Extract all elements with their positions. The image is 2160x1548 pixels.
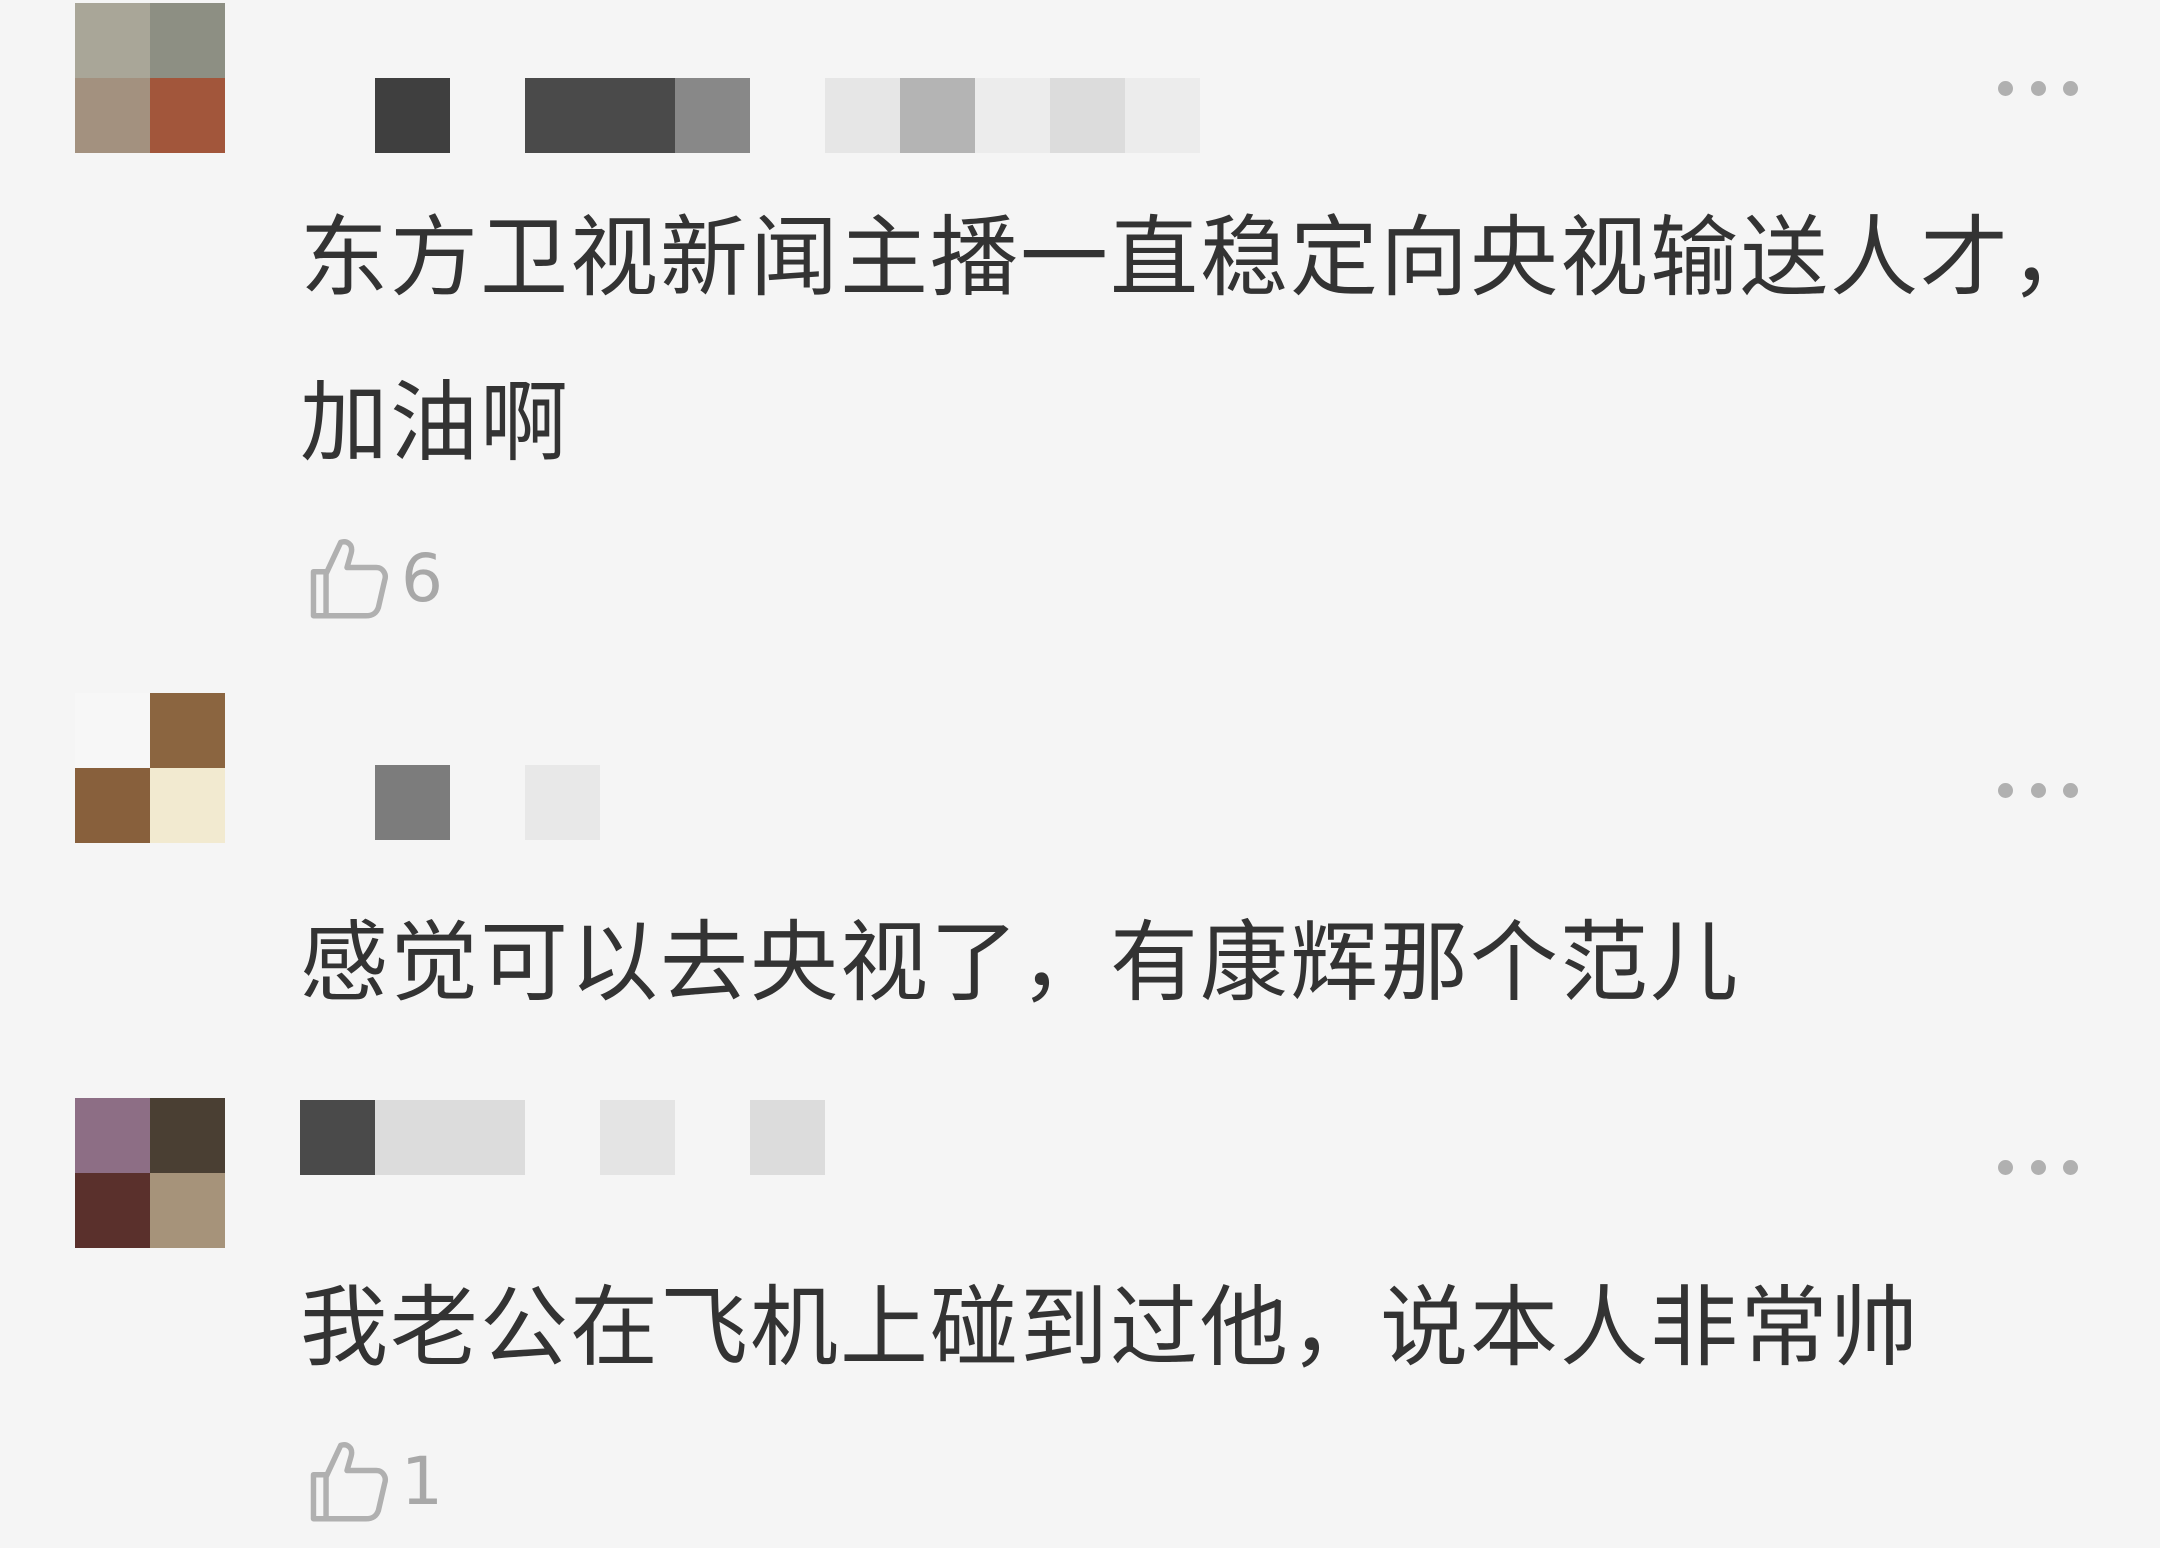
username-pixel (825, 78, 900, 153)
username-pixelated[interactable] (300, 78, 1200, 153)
avatar[interactable] (75, 3, 225, 153)
username-pixel (750, 78, 825, 153)
like-count: 1 (401, 1442, 443, 1520)
more-options-icon[interactable] (1998, 778, 2078, 802)
like-count: 6 (401, 539, 443, 617)
comment-text: 我老公在飞机上碰到过他，说本人非常帅 (300, 1276, 1921, 1379)
username-pixel (300, 765, 375, 840)
username-pixel (450, 1100, 525, 1175)
avatar-pixel (75, 768, 150, 843)
more-options-icon[interactable] (1998, 76, 2078, 100)
username-pixel (300, 1100, 375, 1175)
username-pixel (675, 1100, 750, 1175)
username-pixel (525, 78, 600, 153)
username-pixel (600, 78, 675, 153)
like-button[interactable]: 6 (305, 528, 443, 628)
avatar-pixel (75, 693, 150, 768)
avatar-pixel (150, 1098, 225, 1173)
comment-item: 感觉可以去央视了，有康辉那个范儿 (0, 690, 2160, 1090)
avatar-pixel (150, 3, 225, 78)
avatar[interactable] (75, 693, 225, 843)
avatar-pixel (75, 3, 150, 78)
username-pixel (1125, 78, 1200, 153)
avatar[interactable] (75, 1098, 225, 1248)
username-pixelated[interactable] (300, 1100, 825, 1175)
username-pixel (525, 765, 600, 840)
avatar-pixel (75, 78, 150, 153)
username-pixel (600, 1100, 675, 1175)
username-pixel (900, 78, 975, 153)
thumbs-up-icon (310, 539, 388, 619)
avatar-pixel (75, 1173, 150, 1248)
avatar-pixel (150, 1173, 225, 1248)
comment-text: 东方卫视新闻主播一直稳定向央视输送人才，加油啊 (300, 206, 2101, 474)
avatar-pixel (75, 1098, 150, 1173)
thumbs-up-icon (310, 1442, 388, 1522)
username-pixel (300, 78, 375, 153)
avatar-pixel (150, 693, 225, 768)
username-pixel (375, 1100, 450, 1175)
like-button[interactable]: 1 (305, 1431, 443, 1531)
avatar-pixel (150, 78, 225, 153)
username-pixelated[interactable] (300, 765, 600, 840)
username-pixel (750, 1100, 825, 1175)
username-pixel (450, 78, 525, 153)
username-pixel (975, 78, 1050, 153)
username-pixel (450, 765, 525, 840)
username-pixel (525, 1100, 600, 1175)
comment-item: 东方卫视新闻主播一直稳定向央视输送人才，加油啊 6 (0, 0, 2160, 690)
comment-item: 我老公在飞机上碰到过他，说本人非常帅 1 (0, 1095, 2160, 1548)
username-pixel (675, 78, 750, 153)
username-pixel (375, 765, 450, 840)
avatar-pixel (150, 768, 225, 843)
username-pixel (1050, 78, 1125, 153)
comment-text: 感觉可以去央视了，有康辉那个范儿 (300, 911, 1741, 1014)
username-pixel (375, 78, 450, 153)
more-options-icon[interactable] (1998, 1155, 2078, 1179)
